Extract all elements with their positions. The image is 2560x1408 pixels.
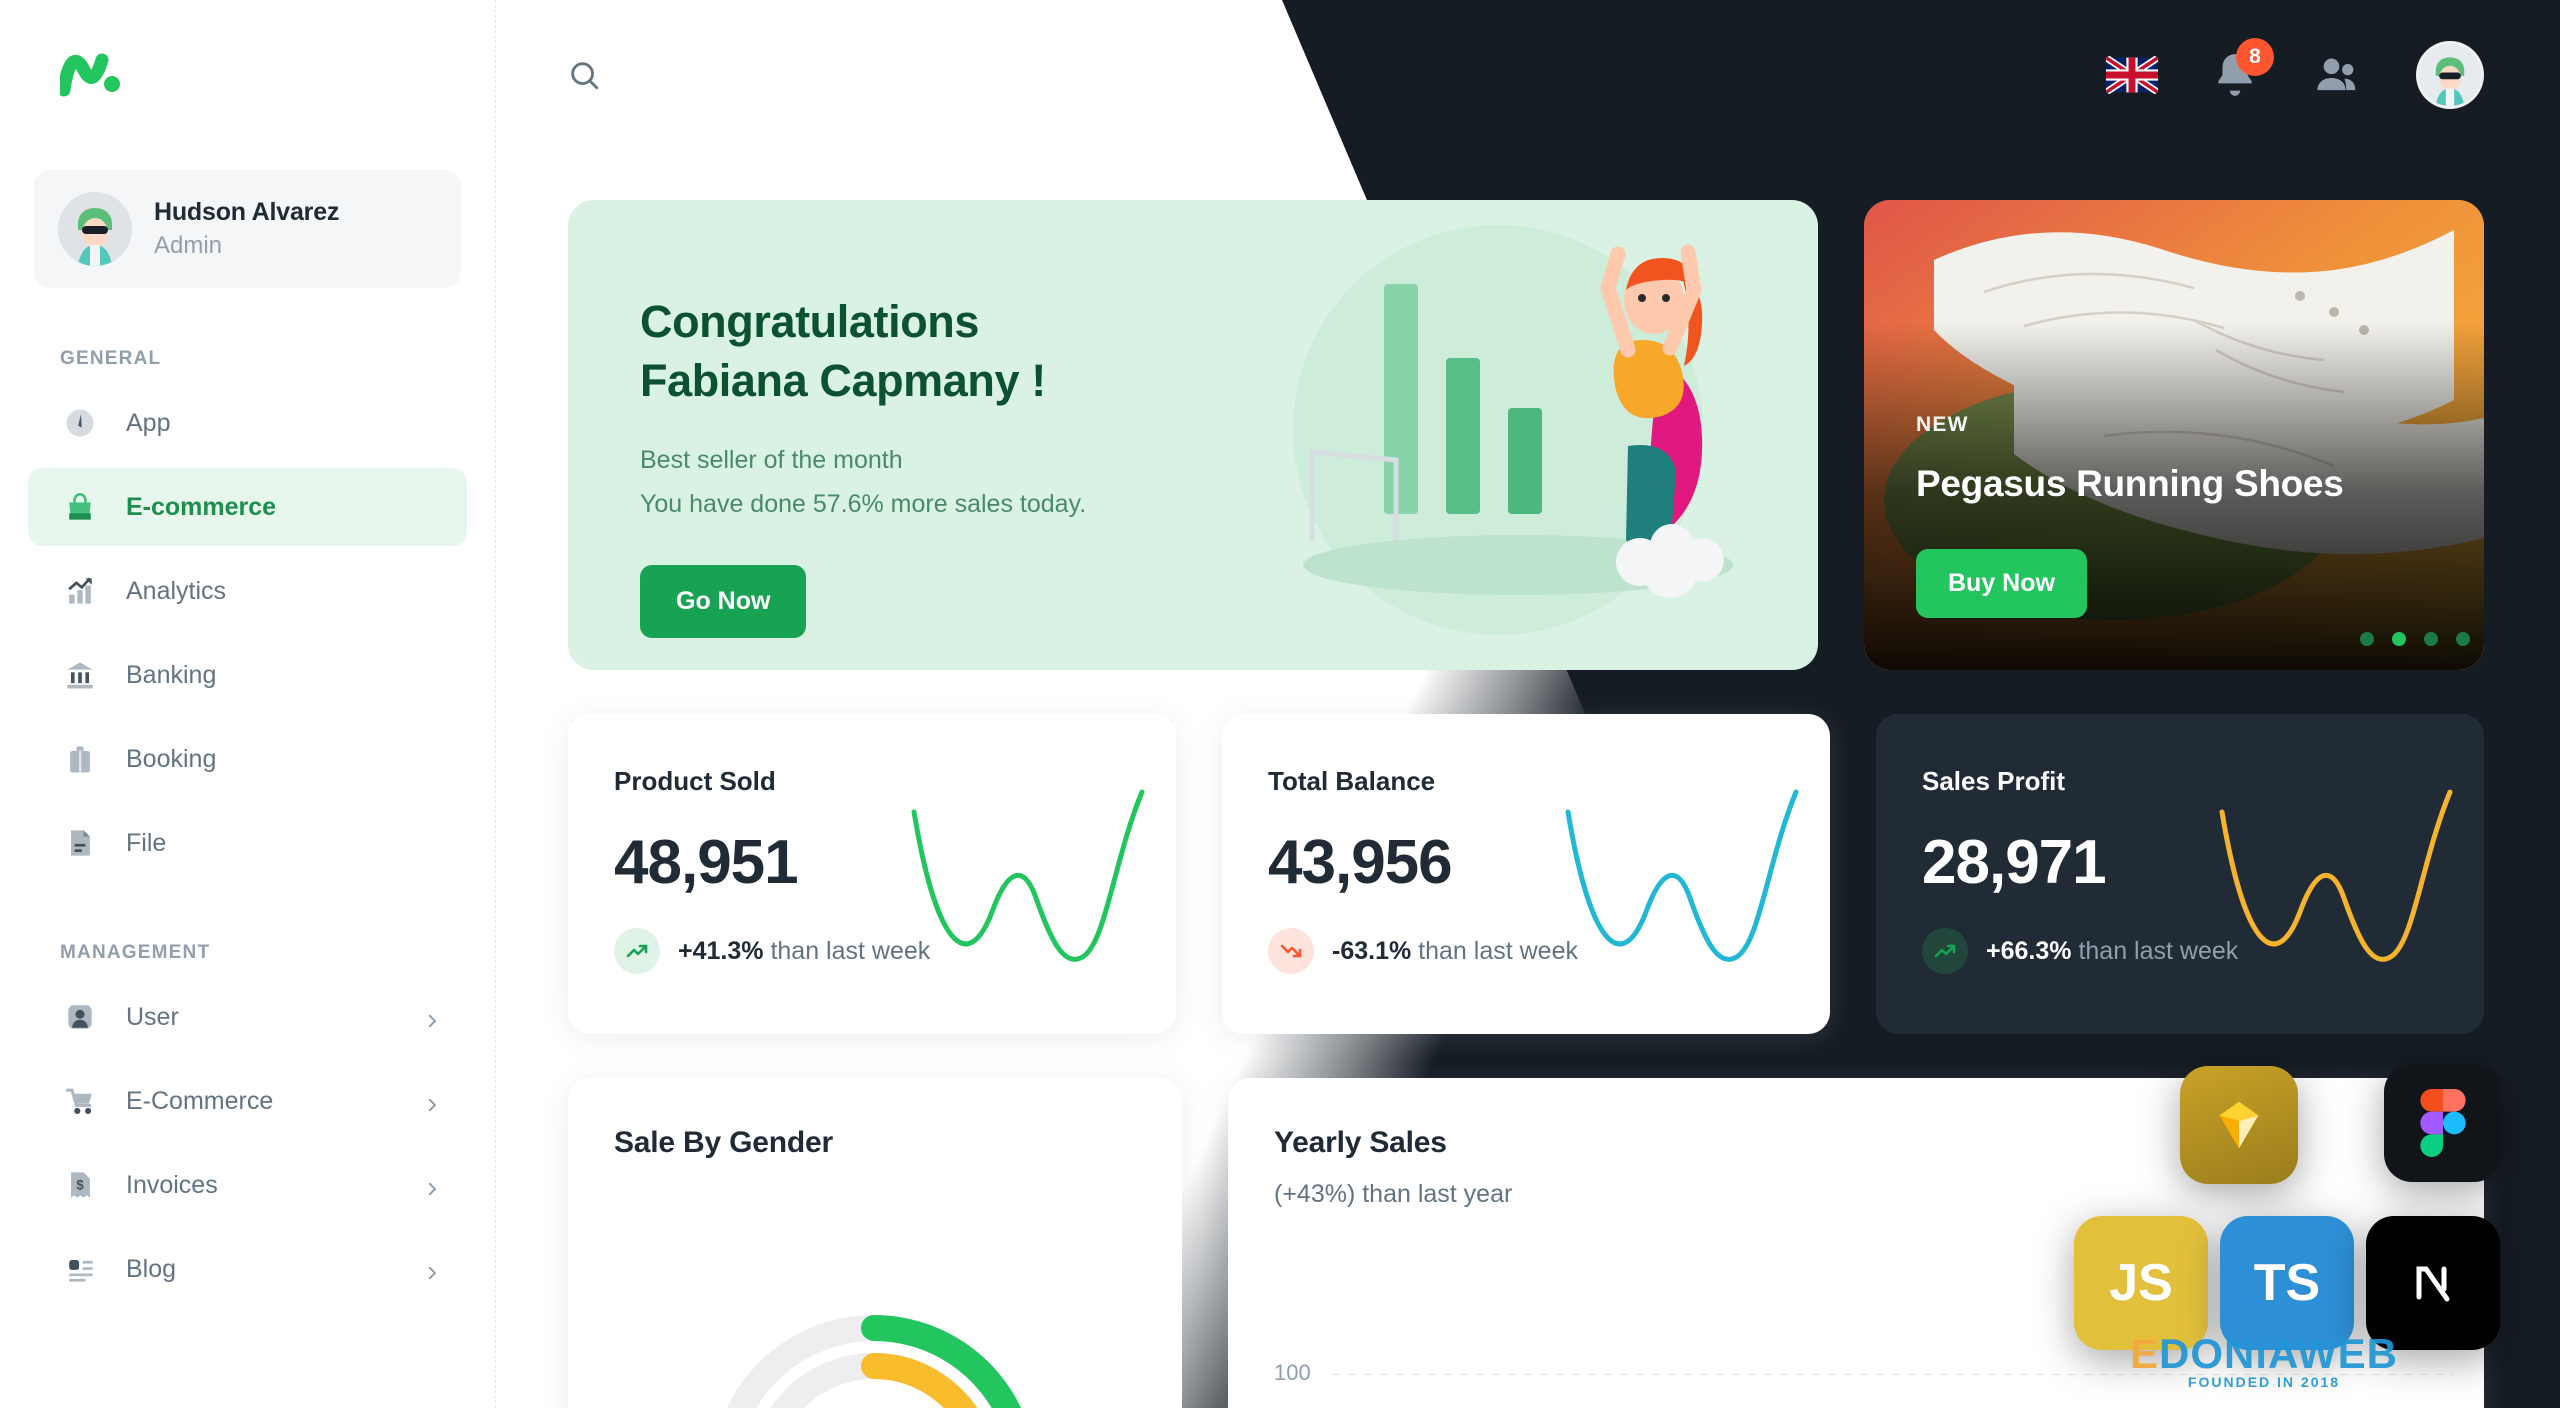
sidebar: Hudson Alvarez Admin GENERAL App E-commerc…	[0, 0, 496, 1408]
carousel-dots[interactable]	[2360, 632, 2470, 646]
profile-card[interactable]: Hudson Alvarez Admin	[34, 170, 461, 288]
carousel-dot[interactable]	[2456, 632, 2470, 646]
profile-role: Admin	[154, 232, 223, 259]
article-icon	[60, 1249, 100, 1289]
yearly-sales-subtitle: (+43%) than last year	[1274, 1180, 1513, 1208]
contacts-icon[interactable]	[2312, 49, 2364, 101]
stat-delta-suffix: than last week	[1418, 936, 1578, 965]
sidebar-item-label: E-Commerce	[126, 1086, 274, 1115]
sidebar-item-label: App	[126, 408, 171, 437]
search-icon[interactable]	[556, 47, 612, 103]
sale-by-gender-title: Sale By Gender	[614, 1126, 833, 1159]
javascript-label: JS	[2109, 1254, 2173, 1312]
bank-icon	[60, 655, 100, 695]
suitcase-icon	[60, 739, 100, 779]
sidebar-item-label: Analytics	[126, 576, 227, 605]
sidebar-item-analytics[interactable]: Analytics	[28, 552, 467, 630]
shopping-bag-icon	[60, 487, 100, 527]
sparkline-chart	[2216, 786, 2456, 976]
avatar	[58, 192, 132, 266]
receipt-dollar-icon: $	[60, 1165, 100, 1205]
sale-by-gender-card: Sale By Gender	[568, 1078, 1182, 1408]
sidebar-nav: GENERAL App E-commerce Analytics Banking Book…	[28, 348, 467, 1308]
sidebar-item-banking[interactable]: Banking	[28, 636, 467, 714]
promo-title: Pegasus Running Shoes	[1916, 463, 2344, 504]
sidebar-item-label: Banking	[126, 660, 217, 689]
chevron-right-icon	[423, 1176, 441, 1196]
figma-icon[interactable]	[2384, 1064, 2502, 1182]
go-now-button[interactable]: Go Now	[640, 564, 807, 638]
stat-card: Total Balance 43,956 -63.1% than last week	[1222, 714, 1830, 1034]
sidebar-section-title: GENERAL	[60, 348, 162, 369]
chevron-right-icon	[423, 1092, 441, 1112]
sidebar-item-label: Booking	[126, 744, 217, 773]
sidebar-item-label: Blog	[126, 1254, 177, 1283]
stat-delta-value: +41.3%	[678, 936, 764, 965]
watermark-part2: DONiAWEB	[2159, 1330, 2399, 1377]
chevron-right-icon	[423, 1008, 441, 1028]
shopping-cart-icon	[60, 1081, 100, 1121]
chevron-right-icon	[423, 1260, 441, 1280]
trend-up-icon	[614, 928, 660, 974]
app-logo[interactable]	[57, 46, 126, 98]
y-axis-tick-100: 100	[1274, 1360, 1311, 1385]
user-avatar[interactable]	[2416, 41, 2484, 109]
profile-name: Hudson Alvarez	[154, 198, 340, 226]
user-card-icon	[60, 997, 100, 1037]
typescript-label: TS	[2253, 1254, 2321, 1312]
sparkline-chart	[1562, 786, 1802, 976]
sidebar-item-label: File	[126, 828, 167, 857]
sidebar-item-user[interactable]: User	[28, 978, 467, 1056]
carousel-dot[interactable]	[2392, 632, 2406, 646]
congrats-illustration	[1188, 210, 1818, 670]
notifications-button[interactable]: 8	[2210, 38, 2274, 100]
svg-text:$: $	[76, 1178, 84, 1193]
speedometer-icon	[60, 403, 100, 443]
sidebar-item-e-commerce[interactable]: E-commerce	[28, 468, 467, 546]
sidebar-item-file[interactable]: File	[28, 804, 467, 882]
watermark-part1: E	[2130, 1330, 2160, 1377]
document-icon	[60, 823, 100, 863]
trend-down-icon	[1268, 928, 1314, 974]
buy-now-button[interactable]: Buy Now	[1916, 549, 2087, 618]
watermark: EDONiAWEB FOUNDED IN 2018	[2130, 1330, 2398, 1390]
sketch-icon[interactable]	[2180, 1066, 2298, 1184]
sidebar-item-e-commerce[interactable]: E-Commerce	[28, 1062, 467, 1140]
sidebar-item-invoices[interactable]: $ Invoices	[28, 1146, 467, 1224]
stat-card: Sales Profit 28,971 +66.3% than last week	[1876, 714, 2484, 1034]
carousel-dot[interactable]	[2360, 632, 2374, 646]
congratulations-banner: Congratulations Fabiana Capmany ! Best s…	[568, 200, 1818, 670]
notification-badge: 8	[2236, 38, 2274, 76]
sidebar-item-label: E-commerce	[126, 492, 277, 521]
product-promo-card[interactable]: NEW Pegasus Running Shoes Buy Now	[1864, 200, 2484, 670]
promo-tag: NEW	[1916, 413, 1969, 436]
uk-flag-icon[interactable]	[2106, 56, 2158, 94]
stat-card: Product Sold 48,951 +41.3% than last week	[568, 714, 1176, 1034]
carousel-dot[interactable]	[2424, 632, 2438, 646]
sidebar-item-app[interactable]: App	[28, 384, 467, 462]
trend-up-icon	[1922, 928, 1968, 974]
stat-delta-value: +66.3%	[1986, 936, 2072, 965]
sidebar-section-title: MANAGEMENT	[60, 942, 211, 963]
gender-donut-chart	[726, 1315, 1022, 1408]
topbar: 8	[496, 0, 2560, 150]
bar-chart-up-icon	[60, 571, 100, 611]
sparkline-chart	[908, 786, 1148, 976]
sidebar-item-label: Invoices	[126, 1170, 218, 1199]
sidebar-item-booking[interactable]: Booking	[28, 720, 467, 798]
stat-delta-suffix: than last week	[770, 936, 931, 965]
sidebar-item-blog[interactable]: Blog	[28, 1230, 467, 1308]
sidebar-item-label: User	[126, 1002, 179, 1031]
stat-delta-suffix: than last week	[2078, 936, 2239, 965]
hero-row: Congratulations Fabiana Capmany ! Best s…	[568, 200, 2484, 670]
stat-delta-value: -63.1%	[1332, 936, 1412, 965]
stats-row: Product Sold 48,951 +41.3% than last week T…	[568, 714, 2484, 1034]
